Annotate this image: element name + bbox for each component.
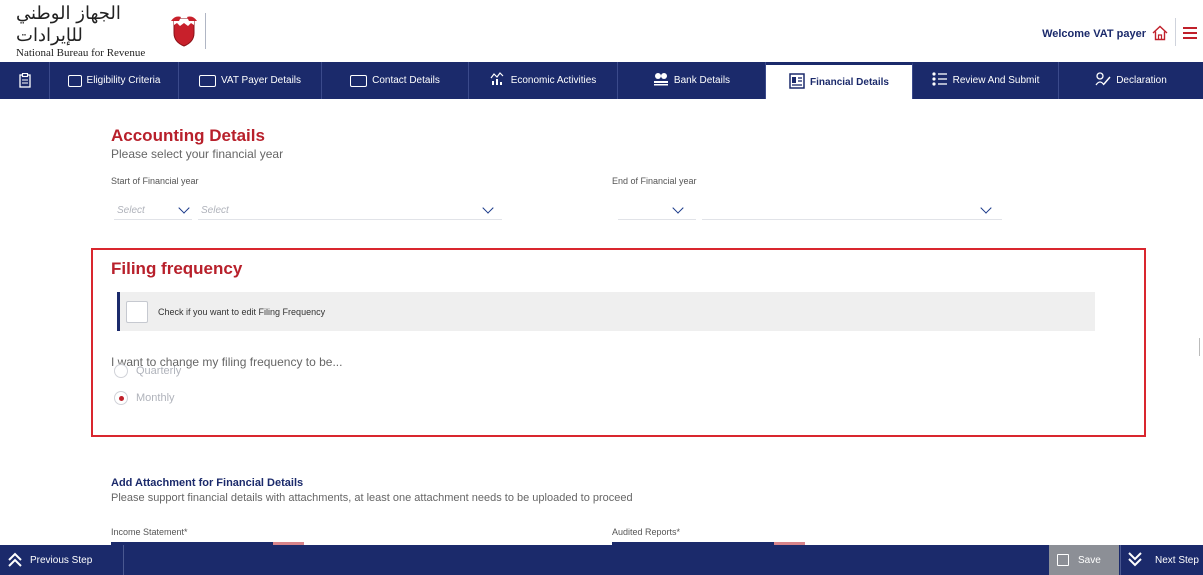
tab-vat-payer-details[interactable]: VAT Payer Details bbox=[179, 62, 322, 99]
hamburger-menu-icon[interactable] bbox=[1183, 27, 1197, 39]
quarterly-label: Quarterly bbox=[136, 365, 182, 377]
tab-label: VAT Payer Details bbox=[220, 75, 302, 86]
tab-label: Economic Activities bbox=[510, 75, 597, 86]
double-chevron-down-icon bbox=[1127, 551, 1143, 570]
filing-frequency-title: Filing frequency bbox=[111, 259, 243, 278]
logo-arabic-text: الجهاز الوطني للإيرادات bbox=[16, 2, 121, 46]
income-statement-label: Income Statement* bbox=[111, 527, 188, 537]
financial-doc-icon bbox=[789, 72, 805, 92]
header: الجهاز الوطني للإيرادات National Bureau … bbox=[0, 0, 1203, 62]
edit-filing-frequency-label: Check if you want to edit Filing Frequen… bbox=[158, 307, 326, 317]
edit-filing-frequency-checkbox[interactable] bbox=[126, 301, 148, 323]
start-month-select[interactable]: Select bbox=[114, 202, 192, 220]
audited-reports-label: Audited Reports* bbox=[612, 527, 681, 537]
welcome-text: Welcome VAT payer bbox=[1042, 28, 1146, 40]
chevron-down-icon bbox=[482, 202, 494, 214]
activity-chart-icon bbox=[490, 72, 506, 89]
quarterly-radio[interactable] bbox=[114, 364, 128, 378]
header-separator bbox=[1175, 18, 1176, 46]
chevron-down-icon bbox=[672, 202, 684, 214]
footer-bar: Previous Step Save Next Step bbox=[0, 545, 1203, 575]
attachment-section-subtitle: Please support financial details with at… bbox=[111, 492, 633, 504]
save-label: Save bbox=[1078, 554, 1101, 566]
monthly-radio[interactable] bbox=[114, 391, 128, 405]
checklist-icon bbox=[67, 74, 82, 87]
previous-step-button[interactable]: Previous Step bbox=[0, 545, 124, 575]
start-financial-year-label: Start of Financial year bbox=[111, 176, 199, 186]
end-month-select[interactable] bbox=[618, 202, 696, 220]
end-year-select[interactable] bbox=[702, 202, 1002, 220]
tab-review-and-submit[interactable]: Review And Submit bbox=[913, 62, 1059, 99]
tab-label: Review And Submit bbox=[952, 75, 1040, 86]
logo-text: الجهاز الوطني للإيرادات National Bureau … bbox=[16, 3, 167, 60]
tab-contact-details[interactable]: Contact Details bbox=[322, 62, 469, 99]
tab-label: Declaration bbox=[1116, 75, 1167, 86]
accounting-details-subtitle: Please select your financial year bbox=[111, 147, 284, 161]
accounting-details-title: Accounting Details bbox=[111, 126, 265, 145]
home-icon[interactable] bbox=[1152, 25, 1168, 41]
select-placeholder: Select bbox=[117, 205, 145, 216]
floppy-disk-icon bbox=[1057, 554, 1069, 566]
chevron-down-icon bbox=[178, 202, 190, 214]
logo-divider bbox=[205, 13, 206, 49]
bahrain-emblem-icon bbox=[171, 15, 197, 47]
double-chevron-up-icon bbox=[0, 545, 30, 575]
logo-english-text: National Bureau for Revenue bbox=[16, 46, 146, 59]
logo[interactable]: الجهاز الوطني للإيرادات National Bureau … bbox=[16, 3, 206, 59]
monthly-label: Monthly bbox=[136, 392, 175, 404]
tab-label: Bank Details bbox=[673, 75, 731, 86]
next-step-label: Next Step bbox=[1155, 554, 1199, 566]
contact-card-icon bbox=[350, 74, 368, 87]
next-step-button[interactable]: Next Step bbox=[1120, 545, 1203, 575]
tab-label: Contact Details bbox=[372, 75, 440, 86]
tab-bank-details[interactable]: Bank Details bbox=[618, 62, 766, 99]
tab-declaration[interactable]: Declaration bbox=[1059, 62, 1203, 99]
tab-financial-details[interactable]: Financial Details bbox=[766, 62, 913, 99]
previous-step-label: Previous Step bbox=[30, 554, 93, 566]
page: الجهاز الوطني للإيرادات National Bureau … bbox=[0, 0, 1203, 575]
scroll-indicator[interactable] bbox=[1199, 338, 1203, 356]
clipboard-icon[interactable] bbox=[0, 62, 50, 99]
end-financial-year-label: End of Financial year bbox=[612, 176, 697, 186]
tab-eligibility-criteria[interactable]: Eligibility Criteria bbox=[50, 62, 179, 99]
step-navigation: Eligibility Criteria VAT Payer Details C… bbox=[0, 62, 1203, 99]
chevron-down-icon bbox=[980, 202, 992, 214]
id-card-icon bbox=[198, 74, 216, 87]
tab-label: Financial Details bbox=[810, 76, 889, 88]
filing-frequency-section bbox=[91, 248, 1146, 437]
tab-economic-activities[interactable]: Economic Activities bbox=[469, 62, 618, 99]
attachment-section-title: Add Attachment for Financial Details bbox=[111, 477, 304, 489]
signature-icon bbox=[1095, 72, 1111, 89]
tab-label: Eligibility Criteria bbox=[86, 75, 161, 86]
save-button[interactable]: Save bbox=[1049, 545, 1119, 575]
bank-icon bbox=[653, 72, 669, 89]
start-year-select[interactable]: Select bbox=[198, 202, 502, 220]
select-placeholder: Select bbox=[201, 205, 229, 216]
list-icon bbox=[932, 72, 948, 89]
